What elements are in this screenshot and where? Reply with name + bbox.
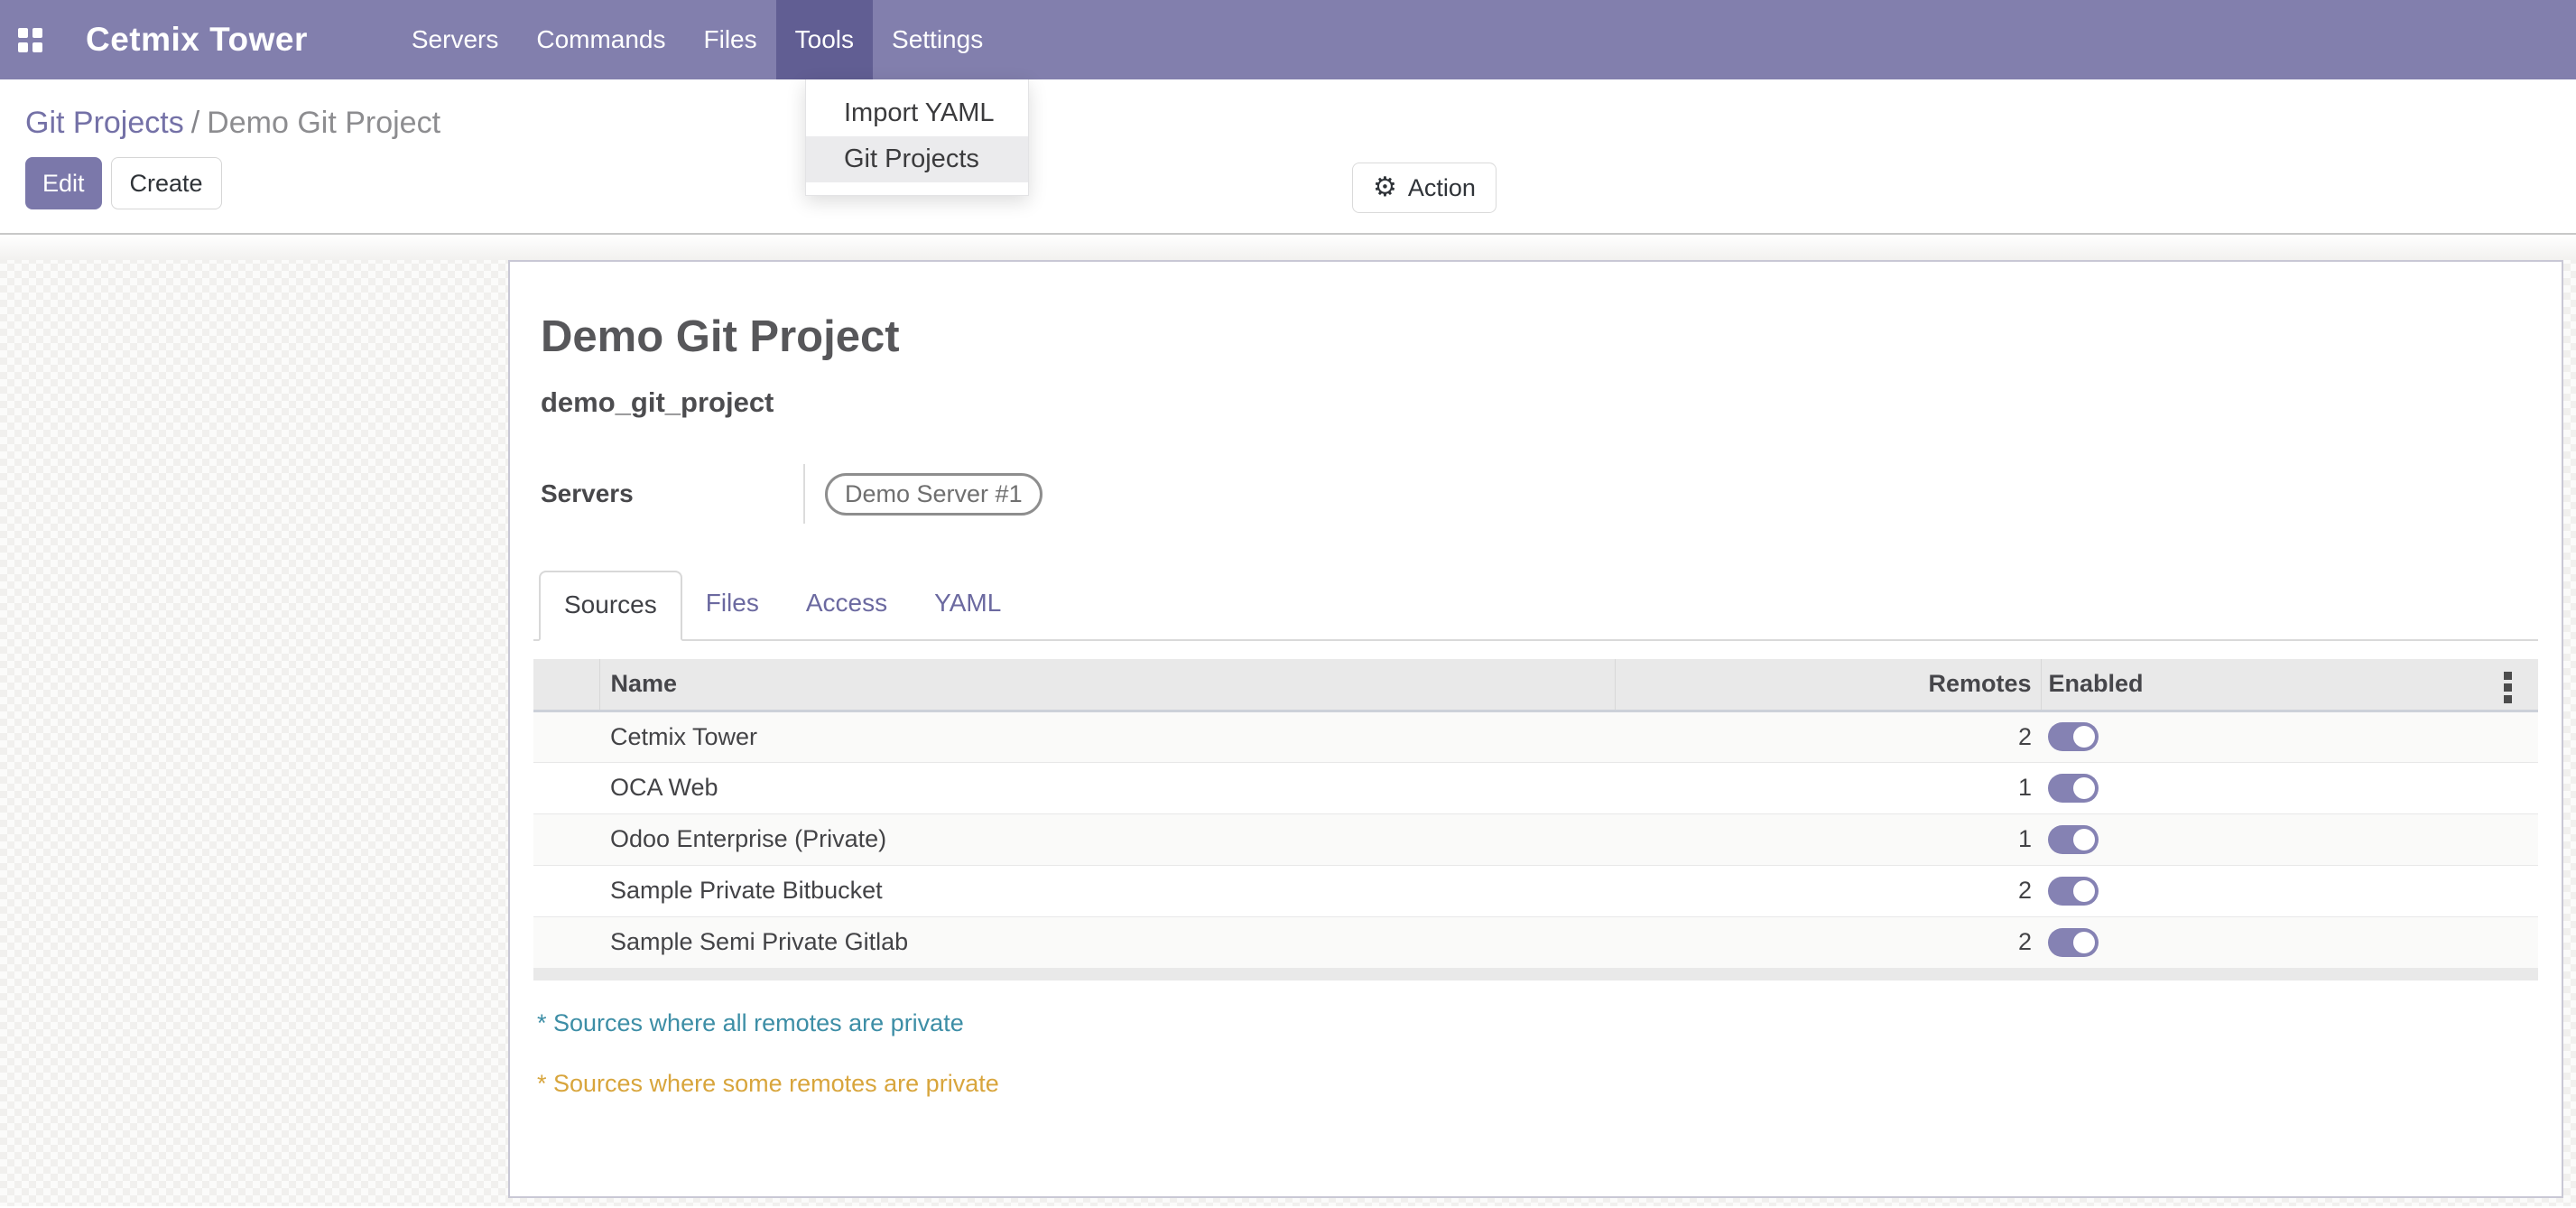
- control-panel: Git Projects/Demo Git Project Edit Creat…: [0, 79, 2576, 235]
- source-remotes-count: 1: [1615, 813, 2041, 865]
- record-buttons: Edit Create: [25, 157, 2551, 209]
- source-remotes-count: 2: [1615, 916, 2041, 968]
- tab-sources[interactable]: Sources: [539, 571, 682, 641]
- content-area: Demo Git Project demo_git_project Server…: [0, 235, 2576, 1206]
- edit-button[interactable]: Edit: [25, 157, 102, 209]
- menu-item-servers[interactable]: Servers: [393, 0, 517, 79]
- breadcrumb-parent-link[interactable]: Git Projects: [25, 106, 184, 140]
- column-header-enabled[interactable]: Enabled: [2041, 659, 2477, 711]
- table-row[interactable]: Sample Semi Private Gitlab 2: [533, 916, 2538, 968]
- breadcrumb-separator: /: [184, 106, 207, 140]
- column-header-remotes[interactable]: Remotes: [1615, 659, 2041, 711]
- select-all-cell[interactable]: [533, 659, 599, 711]
- source-name[interactable]: Odoo Enterprise (Private): [599, 813, 1615, 865]
- enabled-toggle[interactable]: [2048, 825, 2099, 854]
- footnote-private-sources: * Sources where all remotes are private: [537, 1009, 2538, 1037]
- apps-grid-square: [32, 28, 42, 38]
- record-form-card: Demo Git Project demo_git_project Server…: [508, 260, 2563, 1198]
- source-remotes-count: 1: [1615, 762, 2041, 813]
- enabled-toggle[interactable]: [2048, 722, 2099, 751]
- top-navbar: Cetmix Tower Servers Commands Files Tool…: [0, 0, 2576, 79]
- menu-item-files[interactable]: Files: [685, 0, 776, 79]
- row-select-cell[interactable]: [533, 762, 599, 813]
- servers-field-label: Servers: [541, 479, 803, 508]
- apps-grid-icon[interactable]: [18, 28, 42, 52]
- app-brand-title[interactable]: Cetmix Tower: [86, 21, 308, 59]
- gear-icon: ⚙: [1373, 174, 1397, 201]
- column-options-button[interactable]: [2477, 659, 2538, 711]
- tab-yaml[interactable]: YAML: [911, 571, 1024, 639]
- kebab-vertical-icon: [2504, 683, 2512, 692]
- field-separator: [803, 464, 805, 524]
- row-select-cell[interactable]: [533, 916, 599, 968]
- menu-item-commands[interactable]: Commands: [517, 0, 684, 79]
- tab-files[interactable]: Files: [682, 571, 783, 639]
- apps-grid-square: [18, 42, 28, 52]
- action-button[interactable]: ⚙ Action: [1352, 163, 1496, 213]
- source-name[interactable]: Sample Private Bitbucket: [599, 865, 1615, 916]
- table-row[interactable]: OCA Web 1: [533, 762, 2538, 813]
- enabled-toggle[interactable]: [2048, 774, 2099, 803]
- row-select-cell[interactable]: [533, 813, 599, 865]
- create-button[interactable]: Create: [111, 157, 222, 209]
- apps-grid-square: [18, 28, 28, 38]
- tab-access[interactable]: Access: [783, 571, 911, 639]
- enabled-toggle[interactable]: [2048, 877, 2099, 906]
- table-row[interactable]: Cetmix Tower 2: [533, 711, 2538, 762]
- table-footer-strip: [533, 968, 2538, 980]
- column-header-name[interactable]: Name: [599, 659, 1615, 711]
- action-button-label: Action: [1408, 174, 1476, 202]
- row-select-cell[interactable]: [533, 865, 599, 916]
- row-select-cell[interactable]: [533, 711, 599, 762]
- dropdown-item-import-yaml[interactable]: Import YAML: [806, 90, 1028, 136]
- sources-table: Name Remotes Enabled Cetmix Tower 2 OCA …: [533, 659, 2538, 968]
- breadcrumb-current: Demo Git Project: [207, 106, 440, 140]
- enabled-toggle[interactable]: [2048, 928, 2099, 957]
- table-header-row: Name Remotes Enabled: [533, 659, 2538, 711]
- menu-item-settings[interactable]: Settings: [873, 0, 1002, 79]
- source-remotes-count: 2: [1615, 711, 2041, 762]
- footnote-semi-private-sources: * Sources where some remotes are private: [537, 1070, 2538, 1098]
- table-row[interactable]: Odoo Enterprise (Private) 1: [533, 813, 2538, 865]
- apps-grid-square: [32, 42, 42, 52]
- main-menu: Servers Commands Files Tools Settings: [393, 0, 1002, 79]
- tools-dropdown-menu: Import YAML Git Projects: [805, 79, 1029, 196]
- table-row[interactable]: Sample Private Bitbucket 2: [533, 865, 2538, 916]
- source-name[interactable]: OCA Web: [599, 762, 1615, 813]
- notebook-tabs: Sources Files Access YAML: [533, 571, 2538, 641]
- server-tag[interactable]: Demo Server #1: [825, 473, 1042, 516]
- breadcrumb: Git Projects/Demo Git Project: [25, 79, 2551, 143]
- menu-item-tools[interactable]: Tools: [776, 0, 873, 79]
- source-name[interactable]: Sample Semi Private Gitlab: [599, 916, 1615, 968]
- source-remotes-count: 2: [1615, 865, 2041, 916]
- record-title: Demo Git Project: [541, 311, 2538, 363]
- source-name[interactable]: Cetmix Tower: [599, 711, 1615, 762]
- record-technical-name: demo_git_project: [541, 386, 2538, 419]
- servers-field-row: Servers Demo Server #1: [541, 464, 2538, 524]
- dropdown-item-git-projects[interactable]: Git Projects: [806, 136, 1028, 182]
